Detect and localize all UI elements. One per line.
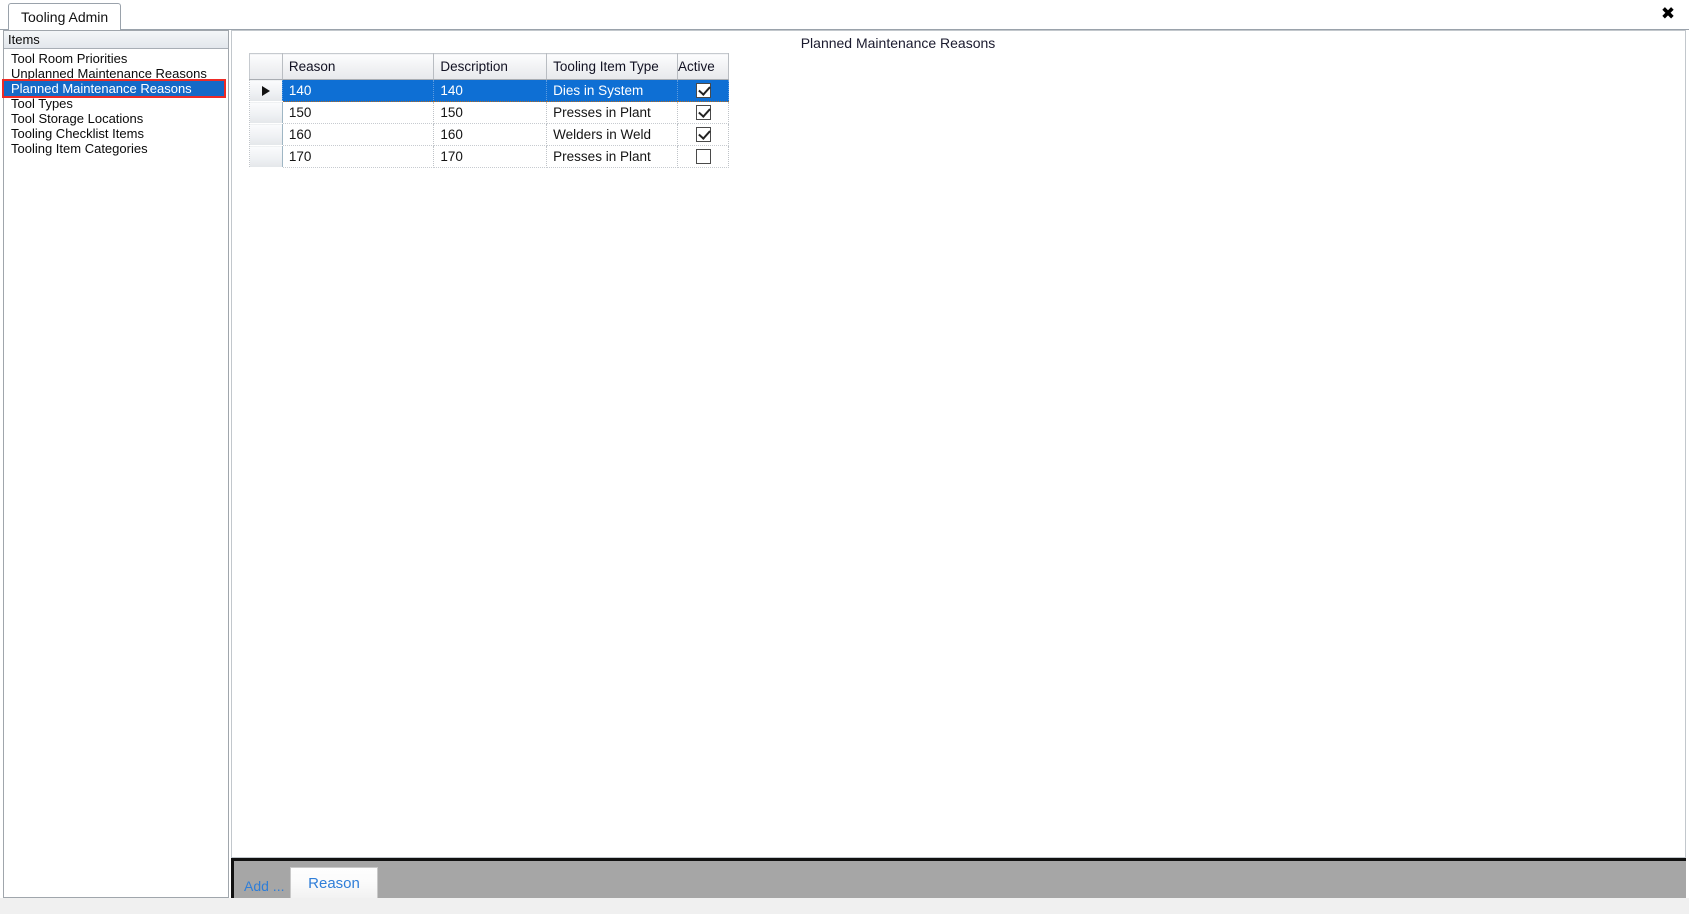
table-row[interactable]: 150 150 Presses in Plant (249, 101, 729, 124)
cell-reason[interactable]: 170 (282, 145, 435, 168)
cell-active[interactable] (677, 101, 729, 124)
table-row[interactable]: 170 170 Presses in Plant (249, 145, 729, 168)
tab-strip: Tooling Admin ✖ (0, 0, 1689, 30)
window-bottom-strip (0, 898, 1689, 914)
cell-type[interactable]: Presses in Plant (546, 101, 679, 124)
cell-active[interactable] (677, 123, 729, 146)
reasons-table: Reason Description Tooling Item Type Active… (249, 53, 729, 168)
row-selector[interactable] (249, 79, 283, 102)
checkbox-checked-icon[interactable] (695, 127, 711, 143)
tab-tooling-admin[interactable]: Tooling Admin (8, 3, 122, 30)
column-header-description[interactable]: Description (433, 53, 548, 80)
cell-type[interactable]: Welders in Weld (546, 123, 679, 146)
main-panel: Planned Maintenance Reasons Reason Descri… (231, 30, 1686, 858)
table-body: 140 140 Dies in System 150 150 Presses in Pla… (249, 79, 729, 168)
sidebar-item-tool-storage-locations[interactable]: Tool Storage Locations (4, 111, 228, 126)
add-reason-button[interactable]: Reason (290, 867, 378, 899)
cell-description[interactable]: 170 (433, 145, 548, 168)
checkbox-unchecked-icon[interactable] (695, 149, 711, 165)
cell-active[interactable] (677, 145, 729, 168)
column-header-active[interactable]: Active (677, 53, 729, 80)
table-row[interactable]: 140 140 Dies in System (249, 79, 729, 102)
cell-reason[interactable]: 140 (282, 79, 435, 102)
row-selector[interactable] (249, 123, 283, 146)
sidebar-item-unplanned-maintenance-reasons[interactable]: Unplanned Maintenance Reasons (4, 66, 228, 81)
checkbox-checked-icon[interactable] (695, 105, 711, 121)
cell-description[interactable]: 160 (433, 123, 548, 146)
items-sidebar: Items Tool Room Priorities Unplanned Main… (2, 30, 229, 898)
page-title: Planned Maintenance Reasons (800, 35, 996, 51)
current-row-arrow-icon (261, 86, 270, 96)
cell-description[interactable]: 140 (433, 79, 548, 102)
checkbox-checked-icon[interactable] (695, 83, 711, 99)
row-selector[interactable] (249, 101, 283, 124)
column-header-reason[interactable]: Reason (282, 53, 435, 80)
cell-reason[interactable]: 160 (282, 123, 435, 146)
cell-type[interactable]: Dies in System (546, 79, 679, 102)
reasons-grid: Reason Description Tooling Item Type Active… (249, 53, 729, 168)
sidebar-header: Items (4, 31, 228, 49)
tooling-admin-window: Tooling Admin ✖ Items Tool Room Prioriti… (0, 0, 1689, 914)
add-label: Add ... (244, 878, 285, 894)
row-selector[interactable] (249, 145, 283, 168)
cell-reason[interactable]: 150 (282, 101, 435, 124)
table-row[interactable]: 160 160 Welders in Weld (249, 123, 729, 146)
table-header: Reason Description Tooling Item Type Active (249, 53, 729, 80)
sidebar-item-tool-room-priorities[interactable]: Tool Room Priorities (4, 51, 228, 66)
close-icon[interactable]: ✖ (1655, 2, 1681, 26)
cell-type[interactable]: Presses in Plant (546, 145, 679, 168)
cell-description[interactable]: 150 (433, 101, 548, 124)
row-header-corner (249, 53, 283, 80)
column-header-tooling-item-type[interactable]: Tooling Item Type (546, 53, 679, 80)
sidebar-item-tooling-item-categories[interactable]: Tooling Item Categories (4, 141, 228, 156)
sidebar-item-planned-maintenance-reasons[interactable]: Planned Maintenance Reasons (2, 79, 226, 98)
sidebar-item-tooling-checklist-items[interactable]: Tooling Checklist Items (4, 126, 228, 141)
sidebar-item-list: Tool Room Priorities Unplanned Maintenanc… (2, 49, 228, 156)
table-header-row: Reason Description Tooling Item Type Active (249, 53, 729, 80)
sidebar-item-tool-types[interactable]: Tool Types (4, 96, 228, 111)
cell-active[interactable] (677, 79, 729, 102)
